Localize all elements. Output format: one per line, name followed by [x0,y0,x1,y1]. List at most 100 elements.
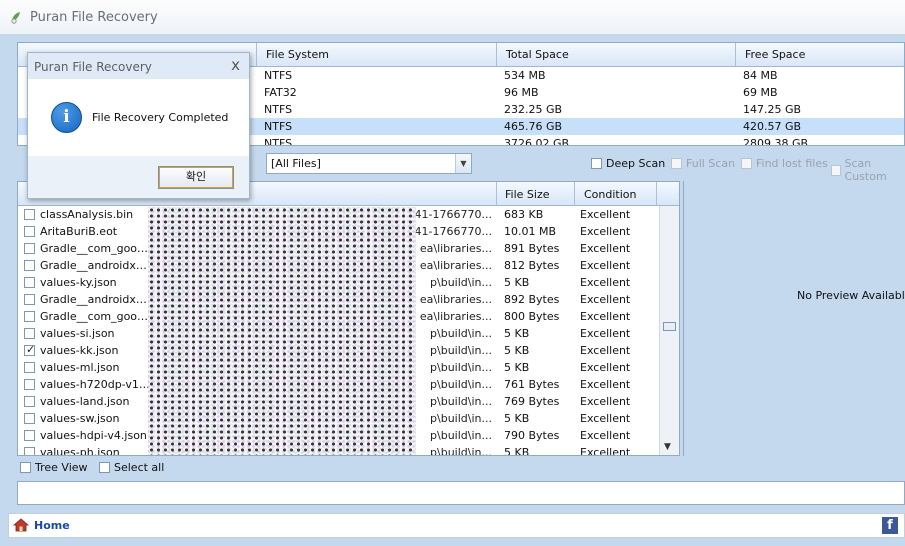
column-file-size[interactable]: File Size [505,188,549,201]
file-name: values-ml.json [40,361,120,374]
column-separator[interactable] [656,182,657,206]
file-checkbox[interactable] [24,311,35,322]
file-condition: Excellent [580,378,631,391]
checkbox-box[interactable] [99,462,110,473]
column-condition[interactable]: Condition [584,188,637,201]
status-field [17,481,905,505]
column-file-system[interactable]: File System [266,48,329,61]
file-checkbox[interactable] [24,260,35,271]
column-separator[interactable] [256,43,257,67]
file-condition: Excellent [580,225,631,238]
file-condition: Excellent [580,293,631,306]
drive-total: 96 MB [504,86,539,99]
file-checkbox[interactable] [24,277,35,288]
file-checkbox[interactable] [24,413,35,424]
file-name: Gradle__androidx_... [40,293,150,306]
file-size: 761 Bytes [504,378,560,391]
close-icon[interactable]: x [231,56,240,74]
file-size: 790 Bytes [504,429,560,442]
deep-scan-label: Deep Scan [606,157,666,170]
drive-fs: NTFS [264,137,293,146]
file-size: 5 KB [504,412,530,425]
file-name: values-land.json [40,395,130,408]
file-checkbox[interactable] [24,396,35,407]
drive-free: 84 MB [743,69,778,82]
file-name: values-ky.json [40,276,117,289]
select-all-checkbox[interactable]: Select all [99,461,164,474]
facebook-icon[interactable]: f [882,517,898,534]
column-separator[interactable] [735,43,736,67]
deep-scan-checkbox[interactable]: Deep Scan [591,157,665,170]
file-name: Gradle__com_googl... [40,310,150,323]
window-title: Puran File Recovery [30,10,158,25]
file-condition: Excellent [580,310,631,323]
file-checkbox[interactable] [24,447,35,455]
file-condition: Excellent [580,412,631,425]
redacted-path-area [148,207,416,455]
file-condition: Excellent [580,344,631,357]
drive-fs: NTFS [264,69,293,82]
file-checkbox[interactable] [24,328,35,339]
drive-total: 465.76 GB [504,120,563,133]
drive-total: 3726.02 GB [504,137,570,146]
home-link[interactable]: Home [34,519,70,532]
file-checkbox[interactable] [24,294,35,305]
tree-view-checkbox[interactable]: Tree View [20,461,88,474]
scan-custom-label: Scan Custom [844,157,887,183]
dialog-body: i File Recovery Completed [28,79,249,156]
column-total-space[interactable]: Total Space [506,48,569,61]
file-list[interactable]: File Size Condition classAnalysis.bin 41-… [17,181,680,456]
file-condition: Excellent [580,259,631,272]
file-size: 683 KB [504,208,544,221]
dialog-title: Puran File Recovery [34,60,152,74]
checkbox-box[interactable] [671,158,682,169]
find-lost-files-checkbox[interactable]: Find lost files [741,157,828,170]
full-scan-checkbox[interactable]: Full Scan [671,157,735,170]
dialog-footer: 확인 [28,156,249,198]
file-checkbox[interactable] [24,362,35,373]
file-checkbox[interactable] [24,430,35,441]
column-separator[interactable] [496,182,497,206]
drive-total: 534 MB [504,69,546,82]
file-name: values-h720dp-v13... [40,378,150,391]
file-size: 800 Bytes [504,310,560,323]
home-icon[interactable] [13,518,29,532]
file-size: 812 Bytes [504,259,560,272]
file-checkbox[interactable] [24,243,35,254]
drive-fs: NTFS [264,120,293,133]
file-size: 892 Bytes [504,293,560,306]
file-condition: Excellent [580,242,631,255]
file-condition: Excellent [580,361,631,374]
file-checkbox[interactable] [24,379,35,390]
scroll-down-arrow-icon[interactable]: ▼ [664,442,671,452]
app-leaf-icon [11,12,20,24]
file-condition: Excellent [580,327,631,340]
checkbox-box[interactable] [591,158,602,169]
drive-fs: FAT32 [264,86,297,99]
file-checkbox[interactable] [24,226,35,237]
ok-button[interactable]: 확인 [158,166,234,189]
file-checkbox[interactable] [24,343,35,356]
scrollbar-thumb[interactable] [663,322,676,331]
checkbox-box[interactable] [20,462,31,473]
completion-dialog: Puran File Recovery x i File Recovery Co… [27,52,250,199]
select-all-label: Select all [114,461,165,474]
column-separator[interactable] [574,182,575,206]
column-separator[interactable] [496,43,497,67]
scan-custom-checkbox[interactable]: Scan Custom [831,157,905,183]
file-type-filter[interactable]: [All Files] ▼ [266,153,472,174]
file-name: AritaBuriB.eot [40,225,118,238]
drive-free: 147.25 GB [743,103,802,116]
vertical-scrollbar[interactable]: ▼ [659,206,679,455]
checkbox-box[interactable] [831,164,841,176]
chevron-down-icon[interactable]: ▼ [455,154,471,173]
drive-fs: NTFS [264,103,293,116]
file-name: classAnalysis.bin [40,208,134,221]
column-free-space[interactable]: Free Space [745,48,805,61]
checkbox-box[interactable] [741,158,752,169]
file-condition: Excellent [580,276,631,289]
drive-free: 2809.38 GB [743,137,809,146]
file-checkbox[interactable] [24,209,35,220]
file-condition: Excellent [580,446,631,456]
file-size: 5 KB [504,276,530,289]
